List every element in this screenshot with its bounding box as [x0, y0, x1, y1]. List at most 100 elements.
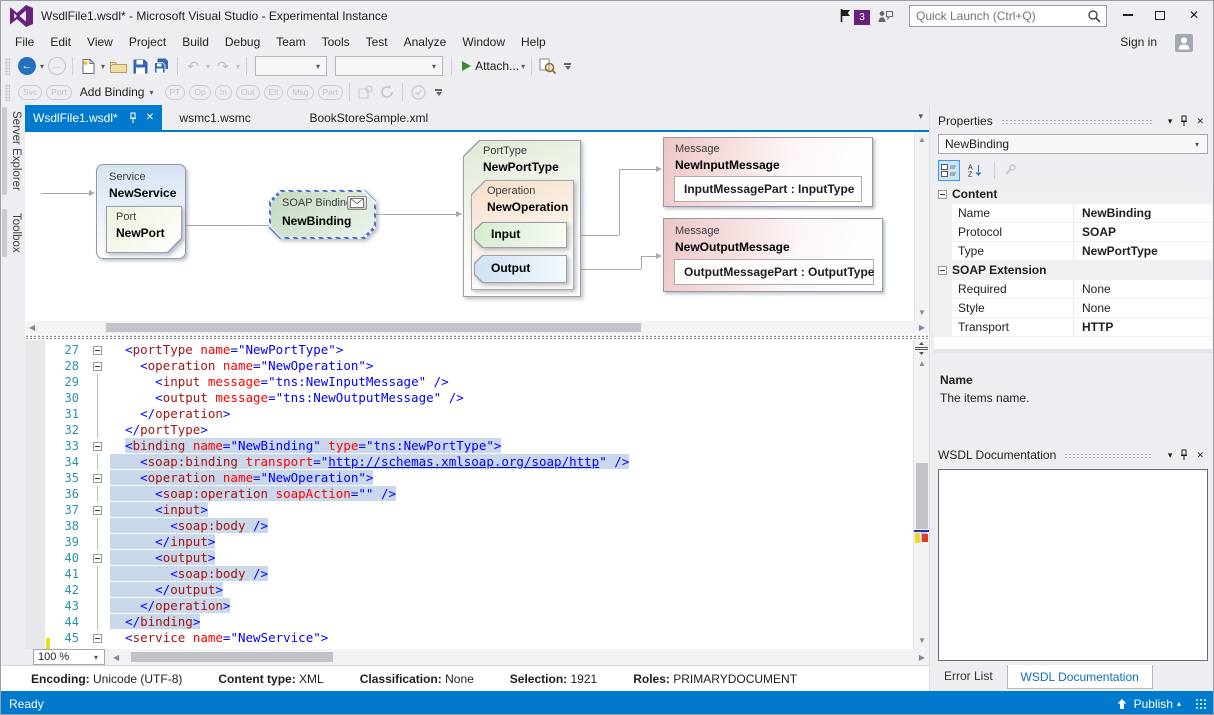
- line-number[interactable]: 34: [45, 454, 89, 470]
- code-text[interactable]: <operation name="NewOperation">: [105, 358, 373, 374]
- code-text[interactable]: </output>: [105, 582, 223, 598]
- menu-project[interactable]: Project: [121, 31, 174, 53]
- code-text[interactable]: <soap:body />: [105, 518, 268, 534]
- toolbar-overflow-button[interactable]: [564, 63, 571, 70]
- alphabetical-sort-button[interactable]: AZ: [964, 160, 986, 181]
- property-object-dropdown[interactable]: NewBinding ▾: [938, 134, 1208, 154]
- sidebar-tab-toolbox[interactable]: Toolbox: [1, 207, 25, 259]
- editor-hscrollbar[interactable]: ◀ ▶: [109, 649, 929, 665]
- fold-collapse-icon[interactable]: [89, 470, 105, 486]
- menu-team[interactable]: Team: [268, 31, 313, 53]
- line-number[interactable]: 31: [45, 406, 89, 422]
- scroll-left-icon[interactable]: ◀: [113, 653, 119, 663]
- property-category-content[interactable]: Content: [934, 185, 1212, 204]
- property-row-name[interactable]: NameNewBinding: [934, 204, 1212, 223]
- code-text[interactable]: <input>: [105, 502, 208, 518]
- line-number[interactable]: 40: [45, 550, 89, 566]
- validate-icon[interactable]: [408, 81, 428, 103]
- add-element-button[interactable]: Elt: [264, 85, 284, 100]
- designer-vscrollbar[interactable]: [914, 132, 929, 321]
- menu-edit[interactable]: Edit: [42, 31, 79, 53]
- add-port-button[interactable]: Port: [46, 85, 72, 100]
- properties-panel-title-bar[interactable]: Properties ▾ ✕: [938, 111, 1204, 131]
- maximize-button[interactable]: [1145, 1, 1175, 29]
- menu-debug[interactable]: Debug: [217, 31, 268, 53]
- save-button[interactable]: [130, 55, 150, 77]
- wsdl-documentation-textarea[interactable]: [938, 469, 1208, 661]
- menu-analyze[interactable]: Analyze: [396, 31, 455, 53]
- menu-tools[interactable]: Tools: [314, 31, 358, 53]
- tab-wsdl-documentation[interactable]: WSDL Documentation: [1007, 665, 1153, 689]
- close-button[interactable]: ✕: [1179, 1, 1209, 29]
- tab-list-dropdown-icon[interactable]: ▾: [918, 111, 923, 122]
- code-text[interactable]: </binding>: [105, 614, 200, 630]
- property-row-type[interactable]: TypeNewPortType: [934, 242, 1212, 261]
- code-text[interactable]: <output>: [105, 550, 215, 566]
- add-porttype-button[interactable]: PT: [165, 85, 186, 100]
- line-number[interactable]: 36: [45, 486, 89, 502]
- code-text[interactable]: </portType>: [105, 422, 208, 438]
- code-text[interactable]: <soap:body />: [105, 566, 268, 582]
- menu-test[interactable]: Test: [358, 31, 396, 53]
- redo-dropdown-caret-icon[interactable]: ▾: [236, 62, 240, 71]
- line-number[interactable]: 29: [45, 374, 89, 390]
- collapse-icon[interactable]: [938, 190, 947, 199]
- quick-launch-input[interactable]: [910, 7, 1087, 25]
- line-number[interactable]: 35: [45, 470, 89, 486]
- scroll-up-icon[interactable]: ▲: [918, 135, 926, 145]
- back-dropdown-caret-icon[interactable]: ▾: [40, 62, 44, 71]
- line-number[interactable]: 45: [45, 630, 89, 646]
- add-binding-button[interactable]: Add Binding ▾: [80, 81, 157, 103]
- refresh-icon[interactable]: [377, 81, 397, 103]
- menu-help[interactable]: Help: [513, 31, 554, 53]
- code-text[interactable]: </operation>: [105, 406, 230, 422]
- line-number[interactable]: 28: [45, 358, 89, 374]
- property-row-required[interactable]: RequiredNone: [934, 280, 1212, 299]
- scrollbar-thumb[interactable]: [916, 463, 928, 529]
- code-text[interactable]: <soap:operation soapAction="" />: [105, 486, 396, 502]
- scroll-left-icon[interactable]: ◀: [29, 323, 35, 333]
- minimize-button[interactable]: [1113, 1, 1143, 29]
- open-file-button[interactable]: [108, 55, 128, 77]
- fold-collapse-icon[interactable]: [89, 630, 105, 646]
- collapse-icon[interactable]: [938, 266, 947, 275]
- wsdl-documentation-title-bar[interactable]: WSDL Documentation ▾ ✕: [938, 445, 1204, 465]
- editor-vscrollbar[interactable]: ▲ ▼: [913, 340, 929, 649]
- code-text[interactable]: <output message="tns:NewOutputMessage" /…: [105, 390, 464, 406]
- navigate-back-button[interactable]: ←: [17, 55, 37, 77]
- code-text[interactable]: <input message="tns:NewInputMessage" />: [105, 374, 449, 390]
- add-part-button[interactable]: Part: [318, 85, 344, 100]
- menu-build[interactable]: Build: [174, 31, 217, 53]
- redo-button[interactable]: ↷: [213, 55, 233, 77]
- attach-dropdown-caret-icon[interactable]: ▾: [521, 62, 525, 71]
- title-bar[interactable]: WsdlFile1.wsdl* - Microsoft Visual Studi…: [1, 1, 1214, 31]
- property-category-soap-extension[interactable]: SOAP Extension: [934, 261, 1212, 280]
- fold-collapse-icon[interactable]: [89, 438, 105, 454]
- scrollbar-thumb[interactable]: [106, 323, 641, 332]
- navigate-forward-button[interactable]: →: [47, 55, 67, 77]
- output-message-part[interactable]: OutputMessagePart : OutputType: [674, 259, 874, 285]
- find-in-files-button[interactable]: [537, 55, 557, 77]
- undo-button[interactable]: ↶: [183, 55, 203, 77]
- scroll-down-icon[interactable]: ▼: [918, 308, 926, 318]
- menu-file[interactable]: File: [7, 31, 42, 53]
- port-node[interactable]: Port NewPort: [106, 206, 182, 253]
- operation-input-node[interactable]: Input: [474, 222, 567, 248]
- scroll-right-icon[interactable]: ▶: [919, 653, 925, 663]
- pin-icon[interactable]: [1179, 115, 1189, 127]
- split-window-handle[interactable]: [915, 342, 928, 359]
- code-text[interactable]: </input>: [105, 534, 215, 550]
- line-number[interactable]: 41: [45, 566, 89, 582]
- menu-view[interactable]: View: [79, 31, 121, 53]
- configuration-dropdown[interactable]: ▾: [255, 56, 327, 76]
- operation-output-node[interactable]: Output: [474, 255, 567, 283]
- fold-collapse-icon[interactable]: [89, 502, 105, 518]
- window-position-dropdown-icon[interactable]: ▾: [1168, 116, 1173, 127]
- menu-window[interactable]: Window: [454, 31, 513, 53]
- sidebar-tab-server-explorer[interactable]: Server Explorer: [1, 105, 25, 197]
- line-number[interactable]: 27: [45, 342, 89, 358]
- tab-error-list[interactable]: Error List: [938, 665, 999, 687]
- toolbar-grip[interactable]: [5, 84, 10, 101]
- code-text[interactable]: </operation>: [105, 598, 230, 614]
- feedback-icon[interactable]: [877, 9, 894, 27]
